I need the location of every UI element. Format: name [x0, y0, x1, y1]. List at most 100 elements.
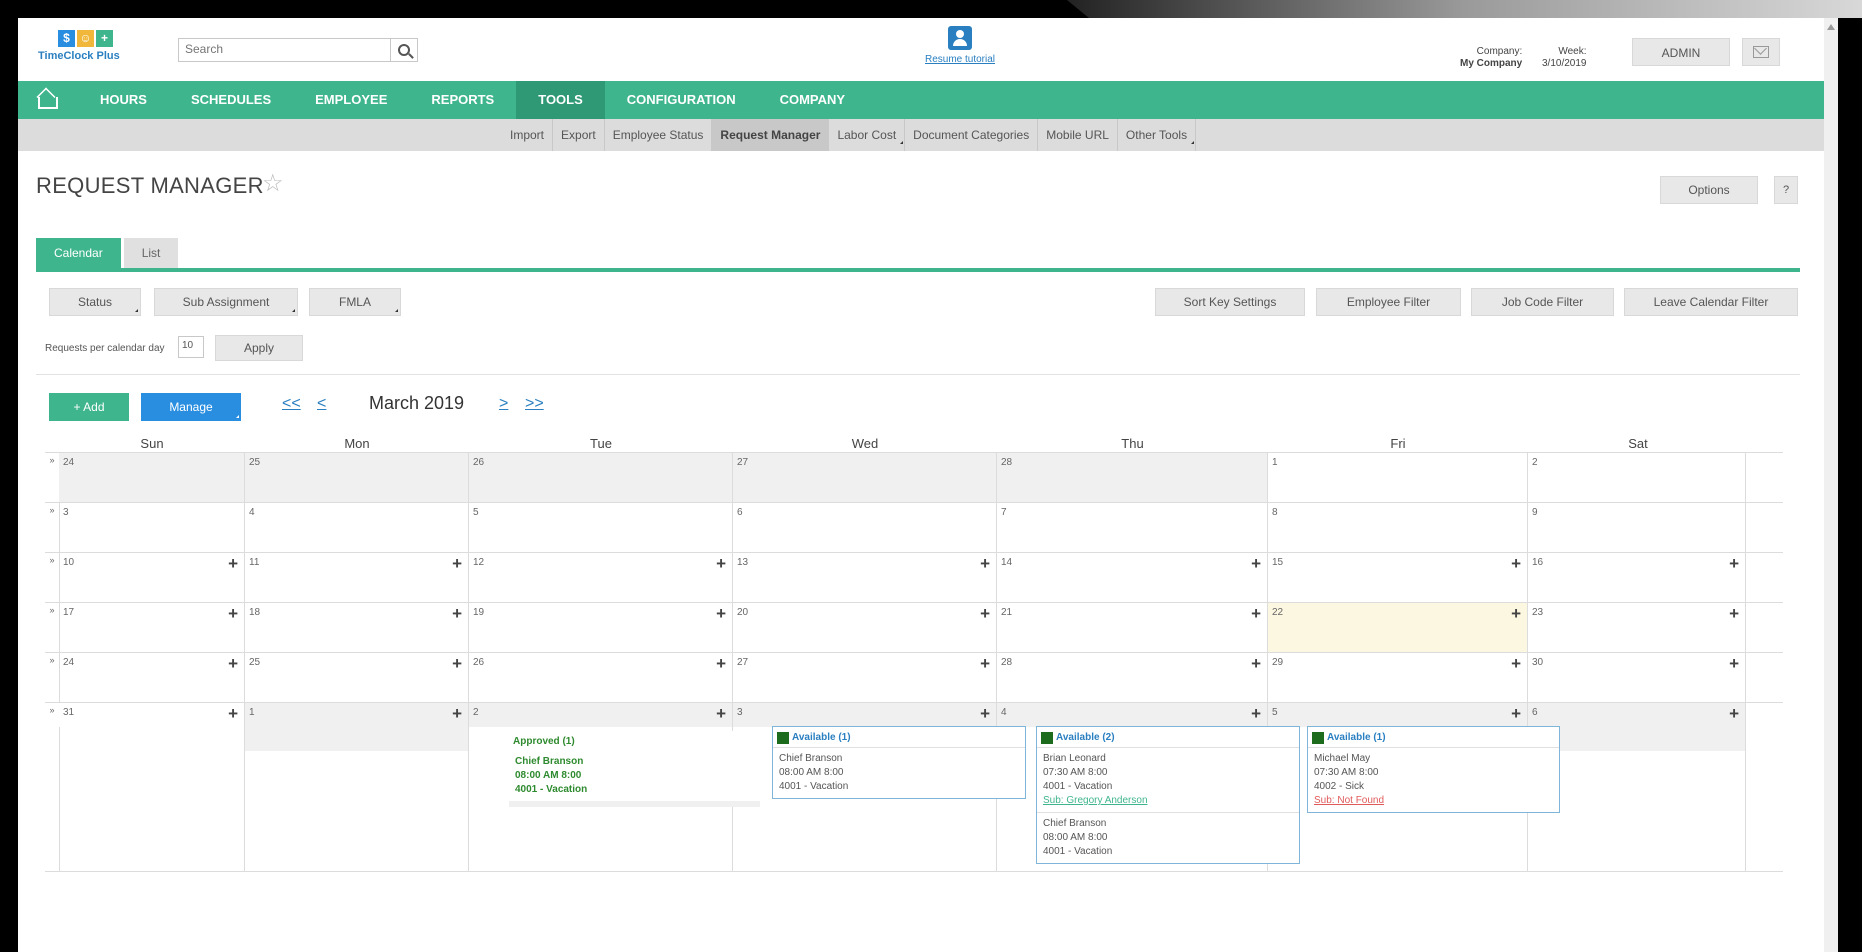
add-request-icon[interactable]: + [980, 704, 990, 724]
calendar-day-sun[interactable]: 24 [59, 453, 245, 503]
add-request-icon[interactable]: + [228, 604, 238, 624]
row-expand-icon[interactable]: » [45, 553, 60, 603]
favorite-star-icon[interactable]: ☆ [262, 169, 284, 198]
calendar-day-sun[interactable]: 10 + [59, 553, 245, 603]
calendar-day-sat[interactable]: 2 [1528, 453, 1746, 503]
add-request-icon[interactable]: + [716, 704, 726, 724]
add-request-icon[interactable]: + [1251, 554, 1261, 574]
subnav-request-manager[interactable]: Request Manager [712, 119, 830, 151]
add-request-icon[interactable]: + [1511, 604, 1521, 624]
options-button[interactable]: Options [1660, 176, 1758, 204]
person-icon[interactable] [948, 26, 972, 50]
calendar-day-thu[interactable]: 7 [997, 503, 1268, 553]
admin-button[interactable]: ADMIN [1632, 38, 1730, 66]
status-filter-button[interactable]: Status [49, 288, 141, 316]
calendar-day-tue[interactable]: 5 [469, 503, 733, 553]
requests-per-day-input[interactable]: 10 [178, 336, 204, 358]
scrollbar[interactable] [1824, 18, 1838, 952]
leave-calendar-filter-button[interactable]: Leave Calendar Filter [1624, 288, 1798, 316]
calendar-day-sat[interactable]: 6 + [1528, 703, 1746, 872]
request-entry[interactable]: Michael May 07:30 AM 8:00 4002 - Sick Su… [1308, 747, 1559, 812]
sub-assignment-filter-button[interactable]: Sub Assignment [154, 288, 298, 316]
prev-month-link[interactable]: < [317, 395, 326, 413]
add-request-icon[interactable]: + [716, 554, 726, 574]
request-entry[interactable]: Brian Leonard 07:30 AM 8:00 4001 - Vacat… [1037, 747, 1299, 812]
calendar-day-wed[interactable]: 13 + [733, 553, 997, 603]
mail-button[interactable] [1742, 38, 1780, 66]
calendar-day-wed[interactable]: 27 [733, 453, 997, 503]
sub-assignment-link[interactable]: Sub: Gregory Anderson [1043, 794, 1293, 808]
add-request-icon[interactable]: + [228, 704, 238, 724]
calendar-day-thu[interactable]: 28 [997, 453, 1268, 503]
calendar-day-mon[interactable]: 18 + [245, 603, 469, 653]
nav-configuration[interactable]: CONFIGURATION [605, 81, 758, 119]
subnav-import[interactable]: Import [502, 119, 554, 151]
add-request-icon[interactable]: + [1251, 604, 1261, 624]
add-request-icon[interactable]: + [452, 654, 462, 674]
next-month-link[interactable]: > [499, 395, 508, 413]
add-button[interactable]: + Add [49, 393, 129, 421]
nav-schedules[interactable]: SCHEDULES [169, 81, 293, 119]
request-box-fri[interactable]: Available (1) Michael May 07:30 AM 8:00 … [1307, 726, 1560, 813]
calendar-day-thu[interactable]: 14 + [997, 553, 1268, 603]
request-box-thu[interactable]: Available (2) Brian Leonard 07:30 AM 8:0… [1036, 726, 1300, 864]
calendar-day-sun[interactable]: 24 + [59, 653, 245, 703]
subnav-mobile-url[interactable]: Mobile URL [1038, 119, 1118, 151]
request-entry[interactable]: Chief Branson 08:00 AM 8:00 4001 - Vacat… [1037, 812, 1299, 863]
scroll-up-icon[interactable] [1827, 24, 1835, 30]
request-entry[interactable]: Chief Branson 08:00 AM 8:00 4001 - Vacat… [509, 751, 760, 801]
row-expand-icon[interactable]: » [45, 503, 60, 553]
add-request-icon[interactable]: + [452, 554, 462, 574]
calendar-day-thu[interactable]: 28 + [997, 653, 1268, 703]
subnav-other-tools[interactable]: Other Tools [1118, 119, 1197, 151]
add-request-icon[interactable]: + [452, 604, 462, 624]
add-request-icon[interactable]: + [716, 604, 726, 624]
calendar-day-fri[interactable]: 8 [1268, 503, 1528, 553]
add-request-icon[interactable]: + [1729, 604, 1739, 624]
request-box-tue[interactable]: Approved (1) Chief Branson 08:00 AM 8:00… [509, 731, 760, 807]
calendar-day-tue[interactable]: 26 + [469, 653, 733, 703]
nav-reports[interactable]: REPORTS [409, 81, 516, 119]
add-request-icon[interactable]: + [1729, 654, 1739, 674]
calendar-day-tue[interactable]: 26 [469, 453, 733, 503]
last-month-link[interactable]: >> [525, 395, 544, 413]
add-request-icon[interactable]: + [1729, 704, 1739, 724]
request-entry[interactable]: Chief Branson 08:00 AM 8:00 4001 - Vacat… [773, 747, 1025, 798]
add-request-icon[interactable]: + [228, 554, 238, 574]
calendar-day-wed[interactable]: 27 + [733, 653, 997, 703]
calendar-day-sat[interactable]: 23 + [1528, 603, 1746, 653]
add-request-icon[interactable]: + [980, 654, 990, 674]
calendar-day-sat[interactable]: 16 + [1528, 553, 1746, 603]
row-expand-icon[interactable]: » [45, 453, 60, 503]
nav-home[interactable] [18, 81, 78, 119]
calendar-day-sun[interactable]: 17 + [59, 603, 245, 653]
add-request-icon[interactable]: + [452, 704, 462, 724]
add-request-icon[interactable]: + [1251, 654, 1261, 674]
nav-company[interactable]: COMPANY [758, 81, 867, 119]
calendar-day-mon[interactable]: 11 + [245, 553, 469, 603]
calendar-day-thu[interactable]: 21 + [997, 603, 1268, 653]
sort-key-settings-button[interactable]: Sort Key Settings [1155, 288, 1305, 316]
calendar-day-fri[interactable]: 22 + [1268, 603, 1528, 653]
resume-tutorial-link[interactable]: Resume tutorial [910, 54, 1010, 65]
add-request-icon[interactable]: + [228, 654, 238, 674]
nav-employee[interactable]: EMPLOYEE [293, 81, 409, 119]
tab-list[interactable]: List [123, 238, 179, 268]
calendar-day-fri[interactable]: 29 + [1268, 653, 1528, 703]
request-box-wed[interactable]: Available (1) Chief Branson 08:00 AM 8:0… [772, 726, 1026, 799]
add-request-icon[interactable]: + [980, 554, 990, 574]
sub-assignment-link[interactable]: Sub: Not Found [1314, 794, 1553, 808]
calendar-day-fri[interactable]: 15 + [1268, 553, 1528, 603]
apply-button[interactable]: Apply [215, 335, 303, 361]
subnav-employee-status[interactable]: Employee Status [605, 119, 713, 151]
nav-tools[interactable]: TOOLS [516, 81, 605, 119]
help-button[interactable]: ? [1774, 176, 1798, 204]
calendar-day-sun[interactable]: 31 + [59, 703, 245, 872]
calendar-day-sun[interactable]: 3 [59, 503, 245, 553]
add-request-icon[interactable]: + [1511, 654, 1521, 674]
tab-calendar[interactable]: Calendar [36, 238, 121, 268]
add-request-icon[interactable]: + [1729, 554, 1739, 574]
subnav-document-categories[interactable]: Document Categories [905, 119, 1039, 151]
subnav-export[interactable]: Export [553, 119, 605, 151]
calendar-day-fri[interactable]: 1 [1268, 453, 1528, 503]
